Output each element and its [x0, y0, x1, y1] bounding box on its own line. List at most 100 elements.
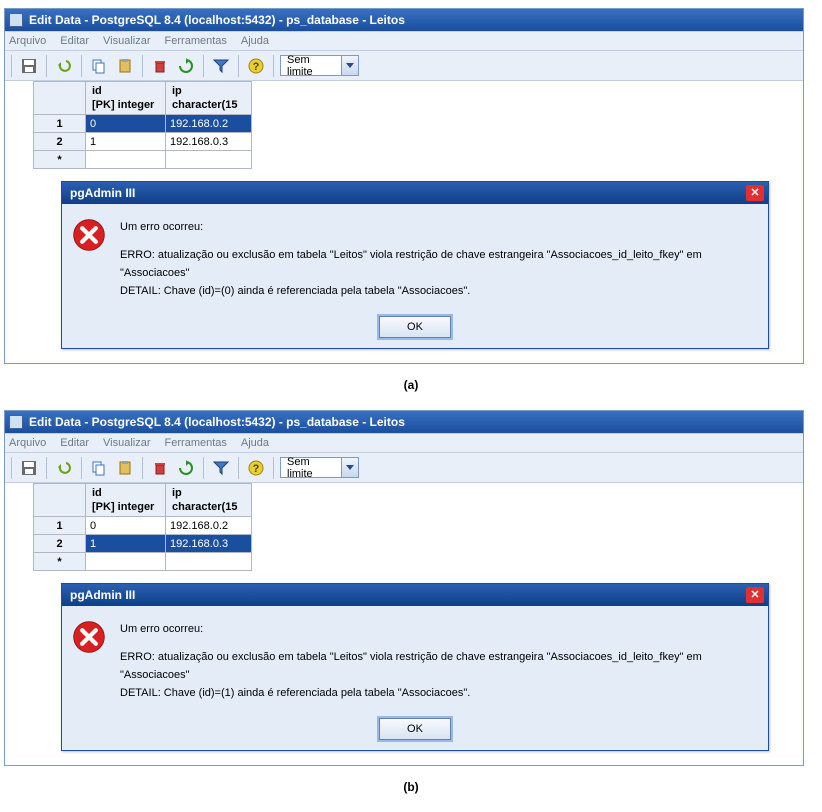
error-dialog: pgAdmin III ✕ Um erro ocorreu: ERRO: atu… [61, 583, 769, 751]
column-type: [PK] integer [92, 99, 154, 111]
column-type: [PK] integer [92, 501, 154, 513]
save-icon[interactable] [18, 55, 40, 77]
column-name: id [92, 85, 102, 97]
copy-icon[interactable] [88, 55, 110, 77]
limit-combo[interactable]: Sem limite [280, 55, 359, 76]
grid-cell[interactable] [166, 553, 252, 571]
menu-item[interactable]: Editar [60, 35, 89, 47]
filter-icon[interactable] [210, 457, 232, 479]
grid-cell[interactable]: 192.168.0.3 [166, 133, 252, 151]
help-icon[interactable]: ? [245, 55, 267, 77]
limit-combo[interactable]: Sem limite [280, 457, 359, 478]
refresh-icon[interactable] [175, 457, 197, 479]
limit-value: Sem limite [281, 54, 341, 78]
delete-icon[interactable] [149, 55, 171, 77]
menu-item[interactable]: Ferramentas [165, 35, 227, 47]
svg-text:?: ? [253, 463, 260, 475]
grid-cell[interactable]: 192.168.0.2 [166, 517, 252, 535]
column-header[interactable]: ip character(15 [166, 484, 252, 517]
filter-icon[interactable] [210, 55, 232, 77]
grid-corner[interactable] [34, 82, 86, 115]
column-type: character(15 [172, 501, 237, 513]
copy-icon[interactable] [88, 457, 110, 479]
dialog-line1: ERRO: atualização ou exclusão em tabela … [120, 246, 758, 282]
row-header[interactable]: 2 [34, 535, 86, 553]
grid-cell[interactable] [166, 151, 252, 169]
grid-cell[interactable]: 192.168.0.3 [166, 535, 252, 553]
error-icon [72, 218, 106, 252]
menu-item[interactable]: Ajuda [241, 437, 269, 449]
menu-item[interactable]: Arquivo [9, 35, 46, 47]
menu-bar: Arquivo Editar Visualizar Ferramentas Ajuda [5, 433, 803, 453]
dialog-titlebar: pgAdmin III ✕ [62, 182, 768, 204]
undo-icon[interactable] [53, 457, 75, 479]
window-title: Edit Data - PostgreSQL 8.4 (localhost:54… [29, 415, 405, 429]
undo-icon[interactable] [53, 55, 75, 77]
window-title: Edit Data - PostgreSQL 8.4 (localhost:54… [29, 13, 405, 27]
column-type: character(15 [172, 99, 237, 111]
column-name: ip [172, 487, 182, 499]
row-header[interactable]: 2 [34, 133, 86, 151]
paste-icon[interactable] [114, 457, 136, 479]
menu-item[interactable]: Visualizar [103, 35, 151, 47]
chevron-down-icon[interactable] [341, 56, 358, 75]
column-header[interactable]: ip character(15 [166, 82, 252, 115]
chevron-down-icon[interactable] [341, 458, 358, 477]
error-dialog: pgAdmin III ✕ Um erro ocorreu: ERRO: atu… [61, 181, 769, 349]
dialog-line2: DETAIL: Chave (id)=(1) ainda é referenci… [120, 684, 758, 702]
dialog-heading: Um erro ocorreu: [120, 218, 758, 236]
data-grid: id [PK] integer ip character(15 10192.16… [5, 81, 803, 349]
grid-cell[interactable] [86, 151, 166, 169]
paste-icon[interactable] [114, 55, 136, 77]
menu-item[interactable]: Ajuda [241, 35, 269, 47]
column-header[interactable]: id [PK] integer [86, 484, 166, 517]
close-icon[interactable]: ✕ [746, 185, 764, 201]
menu-item[interactable]: Arquivo [9, 437, 46, 449]
menu-item[interactable]: Editar [60, 437, 89, 449]
figure-caption: (b) [0, 780, 822, 794]
dialog-title: pgAdmin III [70, 588, 135, 602]
dialog-heading: Um erro ocorreu: [120, 620, 758, 638]
app-icon [9, 415, 23, 429]
data-grid: id [PK] integer ip character(15 10192.16… [5, 483, 803, 751]
menu-item[interactable]: Ferramentas [165, 437, 227, 449]
grid-cell[interactable] [86, 553, 166, 571]
grid-corner[interactable] [34, 484, 86, 517]
save-icon[interactable] [18, 457, 40, 479]
menu-bar: Arquivo Editar Visualizar Ferramentas Ajuda [5, 31, 803, 51]
dialog-line2: DETAIL: Chave (id)=(0) ainda é referenci… [120, 282, 758, 300]
dialog-titlebar: pgAdmin III ✕ [62, 584, 768, 606]
row-header[interactable]: 1 [34, 517, 86, 535]
column-header[interactable]: id [PK] integer [86, 82, 166, 115]
column-name: id [92, 487, 102, 499]
limit-value: Sem limite [281, 456, 341, 480]
toolbar: ? Sem limite [5, 51, 803, 81]
grid-cell[interactable]: 192.168.0.2 [166, 115, 252, 133]
app-icon [9, 13, 23, 27]
window-titlebar: Edit Data - PostgreSQL 8.4 (localhost:54… [5, 411, 803, 433]
ok-button[interactable]: OK [379, 718, 451, 740]
error-icon [72, 620, 106, 654]
help-icon[interactable]: ? [245, 457, 267, 479]
app-window: Edit Data - PostgreSQL 8.4 (localhost:54… [4, 410, 804, 766]
grid-cell[interactable]: 0 [86, 517, 166, 535]
app-window: Edit Data - PostgreSQL 8.4 (localhost:54… [4, 8, 804, 364]
dialog-title: pgAdmin III [70, 186, 135, 200]
refresh-icon[interactable] [175, 55, 197, 77]
svg-text:?: ? [253, 61, 260, 73]
grid-cell[interactable]: 1 [86, 535, 166, 553]
column-name: ip [172, 85, 182, 97]
row-header[interactable]: * [34, 553, 86, 571]
delete-icon[interactable] [149, 457, 171, 479]
grid-cell[interactable]: 1 [86, 133, 166, 151]
menu-item[interactable]: Visualizar [103, 437, 151, 449]
close-icon[interactable]: ✕ [746, 587, 764, 603]
grid-cell[interactable]: 0 [86, 115, 166, 133]
window-titlebar: Edit Data - PostgreSQL 8.4 (localhost:54… [5, 9, 803, 31]
row-header[interactable]: 1 [34, 115, 86, 133]
row-header[interactable]: * [34, 151, 86, 169]
figure-caption: (a) [0, 378, 822, 392]
toolbar: ? Sem limite [5, 453, 803, 483]
dialog-line1: ERRO: atualização ou exclusão em tabela … [120, 648, 758, 684]
ok-button[interactable]: OK [379, 316, 451, 338]
